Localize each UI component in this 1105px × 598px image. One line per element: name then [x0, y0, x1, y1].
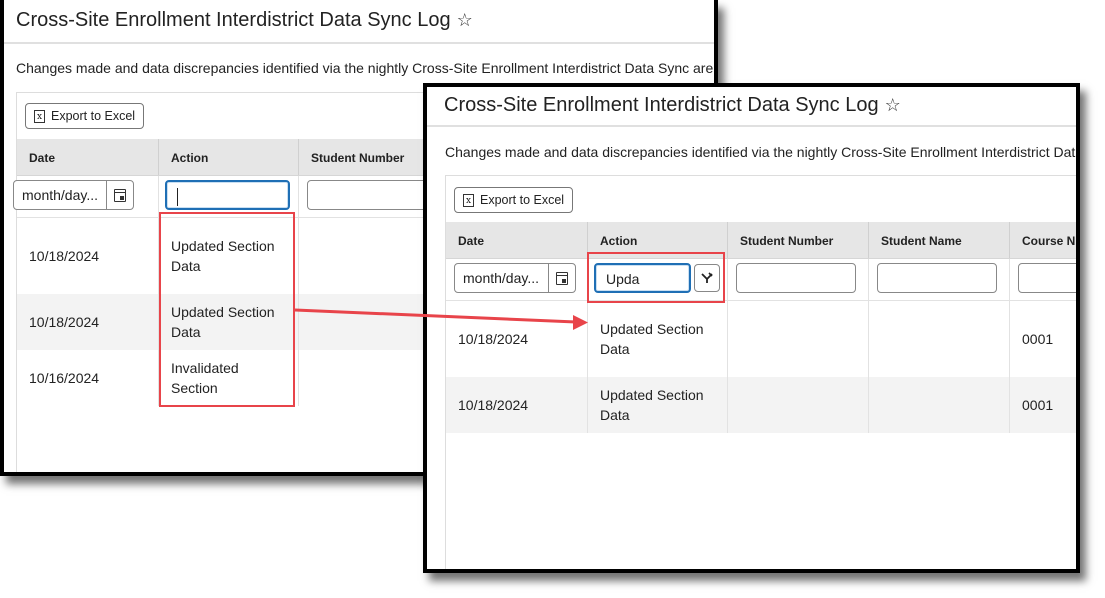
- action-cell: Updated Section Data: [588, 377, 728, 433]
- date-cell: 10/18/2024: [446, 301, 588, 377]
- log-card: x Export to Excel Date Action Student Nu…: [445, 175, 1076, 569]
- date-cell: 10/18/2024: [17, 294, 159, 350]
- table-row[interactable]: 10/18/2024 Updated Section Data 0001: [446, 377, 1076, 433]
- page-header: Cross-Site Enrollment Interdistrict Data…: [4, 0, 714, 44]
- text-cursor: [177, 188, 178, 207]
- calendar-icon: [114, 188, 126, 202]
- page-header: Cross-Site Enrollment Interdistrict Data…: [427, 87, 1076, 127]
- student-number-filter-input[interactable]: [736, 263, 856, 293]
- date-filter-input[interactable]: month/day...: [13, 180, 134, 210]
- course-number-filter-input[interactable]: [1018, 263, 1076, 293]
- student-name-cell: [869, 377, 1010, 433]
- export-label: Export to Excel: [51, 109, 136, 123]
- page-title: Cross-Site Enrollment Interdistrict Data…: [444, 94, 879, 116]
- export-label: Export to Excel: [480, 193, 565, 207]
- clear-filter-button[interactable]: [694, 264, 720, 292]
- action-cell: Updated Section Data: [159, 294, 299, 350]
- excel-file-icon: x: [34, 109, 45, 123]
- page-description: Changes made and data discrepancies iden…: [16, 60, 714, 76]
- star-outline-icon[interactable]: ☆: [457, 10, 473, 30]
- action-cell: Updated Section Data: [159, 218, 299, 294]
- date-cell: 10/18/2024: [17, 218, 159, 294]
- student-name-filter-input[interactable]: [877, 263, 997, 293]
- date-cell: 10/16/2024: [17, 350, 159, 406]
- action-filter-input[interactable]: Upda: [594, 263, 691, 293]
- course-number-cell: 0001: [1022, 397, 1054, 413]
- student-number-cell: [728, 377, 869, 433]
- date-cell: 10/18/2024: [446, 377, 588, 433]
- student-name-cell: [869, 301, 1010, 377]
- column-header-student-name[interactable]: Student Name: [869, 222, 1010, 258]
- calendar-button[interactable]: [548, 264, 575, 292]
- front-screenshot-panel: Cross-Site Enrollment Interdistrict Data…: [423, 83, 1080, 573]
- date-filter-input[interactable]: month/day...: [454, 263, 576, 293]
- calendar-button[interactable]: [106, 181, 133, 209]
- page-description: Changes made and data discrepancies iden…: [445, 144, 1080, 160]
- column-header-student-number[interactable]: Student Number: [728, 222, 869, 258]
- excel-file-icon: x: [463, 193, 474, 207]
- column-header-action[interactable]: Action: [588, 222, 728, 258]
- log-grid: Date Action Student Number Student Name …: [446, 222, 1076, 433]
- action-cell: Invalidated Section: [159, 350, 299, 406]
- column-header-action[interactable]: Action: [159, 139, 299, 175]
- action-cell: Updated Section Data: [588, 301, 728, 377]
- filter-row: month/day... Upda: [446, 259, 1076, 301]
- star-outline-icon[interactable]: ☆: [885, 95, 901, 115]
- column-header-course-number[interactable]: Course Nu: [1010, 222, 1076, 258]
- export-to-excel-button[interactable]: x Export to Excel: [25, 103, 145, 129]
- export-to-excel-button[interactable]: x Export to Excel: [454, 187, 574, 213]
- course-number-cell: 0001: [1022, 331, 1054, 347]
- calendar-icon: [556, 271, 568, 285]
- grid-header: Date Action Student Number Student Name …: [446, 222, 1076, 259]
- student-number-cell: [728, 301, 869, 377]
- filter-clear-icon: [701, 272, 713, 283]
- column-header-date[interactable]: Date: [17, 139, 159, 175]
- column-header-date[interactable]: Date: [446, 222, 588, 258]
- table-row[interactable]: 10/18/2024 Updated Section Data 0001: [446, 301, 1076, 377]
- action-filter-input[interactable]: [165, 180, 290, 210]
- page-title: Cross-Site Enrollment Interdistrict Data…: [16, 9, 451, 31]
